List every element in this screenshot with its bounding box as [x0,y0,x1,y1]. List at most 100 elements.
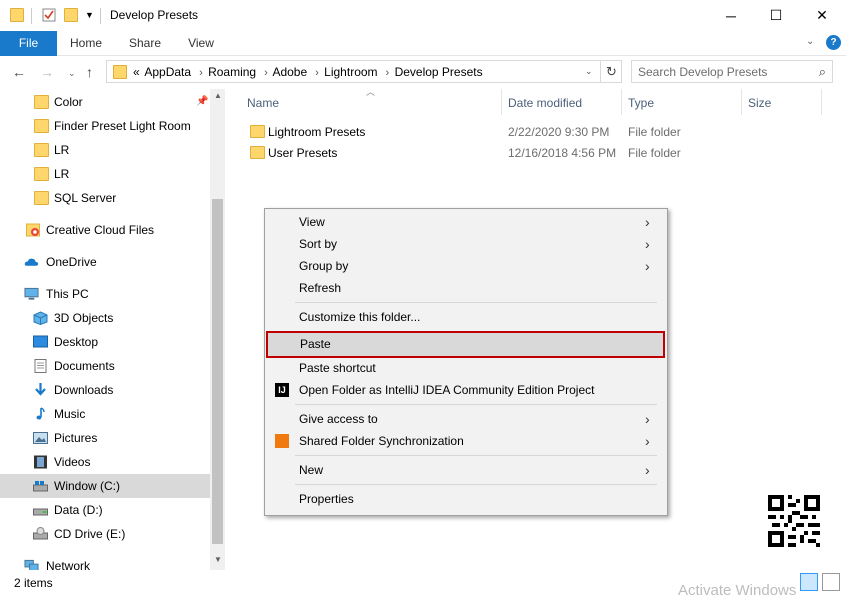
file-row[interactable]: User Presets 12/16/2018 4:56 PM File fol… [238,142,822,163]
back-arrow-icon[interactable]: ← [12,64,26,80]
recent-locations-chevron-icon[interactable]: ⌄ [68,68,76,79]
sidebar-scrollbar[interactable]: ▲ ▼ [210,89,225,570]
divider[interactable] [621,89,622,115]
large-icons-view-button[interactable] [822,573,840,591]
breadcrumb-roaming[interactable]: Roaming [208,65,256,79]
folder-icon [250,125,265,138]
chevron-right-icon: › [645,411,650,427]
sidebar-item-label: CD Drive (E:) [54,527,126,541]
sidebar-item-creative-cloud[interactable]: Creative Cloud Files [0,218,210,242]
sidebar-item-window-c[interactable]: Window (C:) [0,474,210,498]
properties-checkmark-icon[interactable] [42,8,56,22]
column-header-type[interactable]: Type [628,96,654,110]
menu-item-label: Refresh [299,281,342,295]
sidebar-item-this-pc[interactable]: This PC [0,282,210,306]
address-history-chevron-icon[interactable]: ⌄ [585,66,593,77]
folder-icon [34,143,49,157]
sidebar-item-label: Desktop [54,335,99,349]
menu-item-sort-by[interactable]: Sort by › [265,233,667,255]
sidebar-item-music[interactable]: Music [0,402,210,426]
chevron-right-icon[interactable]: › [264,67,268,79]
menu-item-customize-folder[interactable]: Customize this folder... [265,306,667,328]
sidebar-item-pictures[interactable]: Pictures [0,426,210,450]
menu-item-open-intellij[interactable]: IJ Open Folder as IntelliJ IDEA Communit… [265,379,667,401]
sort-ascending-icon: ︿ [366,87,376,97]
breadcrumb-overflow[interactable]: « [133,65,140,79]
menu-item-paste[interactable]: Paste [266,331,665,358]
picture-icon [33,432,48,444]
sidebar-item-lr[interactable]: LR [0,138,210,162]
column-header-name[interactable]: Name [247,96,279,110]
chevron-right-icon[interactable]: › [199,67,203,79]
close-button[interactable]: ✕ [799,0,845,31]
file-date: 12/16/2018 4:56 PM [508,146,617,160]
sidebar-item-lr[interactable]: LR [0,162,210,186]
sidebar-item-label: Window (C:) [54,479,121,493]
tab-share[interactable]: Share [124,31,166,56]
chevron-right-icon[interactable]: › [315,67,319,79]
divider[interactable] [821,89,822,115]
breadcrumb-develop-presets[interactable]: Develop Presets [395,65,483,79]
up-arrow-icon[interactable]: ↑ [86,64,93,80]
scroll-down-arrow-icon[interactable]: ▼ [214,555,222,564]
menu-item-label: Customize this folder... [299,310,421,324]
search-box[interactable]: ⌕ [631,60,833,83]
column-header-date[interactable]: Date modified [508,96,582,110]
refresh-icon[interactable]: ↻ [600,61,622,82]
chevron-right-icon: › [645,462,650,478]
sidebar-item-desktop[interactable]: Desktop [0,330,210,354]
folder-icon [34,167,49,181]
context-menu: View › Sort by › Group by › Refresh Cust… [264,208,668,516]
menu-item-give-access[interactable]: Give access to › [265,408,667,430]
search-input[interactable] [638,64,808,79]
menu-item-view[interactable]: View › [265,211,667,233]
sidebar-item-data-d[interactable]: Data (D:) [0,498,210,522]
scroll-up-arrow-icon[interactable]: ▲ [214,91,222,100]
divider[interactable] [741,89,742,115]
sidebar-item-3d-objects[interactable]: 3D Objects [0,306,210,330]
pin-icon[interactable]: 📌 [196,90,208,114]
creative-cloud-icon [26,223,40,237]
file-row[interactable]: Lightroom Presets 2/22/2020 9:30 PM File… [238,121,822,142]
menu-item-properties[interactable]: Properties [265,488,667,510]
tab-home[interactable]: Home [64,31,108,56]
minimize-button[interactable]: ─ [708,0,754,31]
qr-code-icon [768,495,820,547]
menu-item-shared-folder-sync[interactable]: Shared Folder Synchronization › [265,430,667,452]
sidebar-item-videos[interactable]: Videos [0,450,210,474]
scrollbar-thumb[interactable] [212,199,223,544]
customize-toolbar-chevron-icon[interactable]: ▼ [85,10,94,20]
sidebar-item-downloads[interactable]: Downloads [0,378,210,402]
search-icon[interactable]: ⌕ [819,64,826,80]
tab-file[interactable]: File [0,31,57,56]
sidebar-item-finder-preset[interactable]: Finder Preset Light Room [0,114,210,138]
file-name: User Presets [268,146,338,160]
address-bar[interactable]: « AppData › Roaming › Adobe › Lightroom › De… [106,60,622,83]
forward-arrow-icon[interactable]: → [40,64,54,80]
menu-item-new[interactable]: New › [265,459,667,481]
breadcrumb-adobe[interactable]: Adobe [272,65,307,79]
sidebar-item-cd-drive-e[interactable]: CD Drive (E:) [0,522,210,546]
maximize-button[interactable]: ☐ [753,0,799,31]
new-folder-icon[interactable] [64,8,78,22]
chevron-right-icon[interactable]: › [386,67,390,79]
divider[interactable] [501,89,502,115]
document-icon [34,359,47,373]
sidebar-item-color[interactable]: Color 📌 [0,90,210,114]
help-icon[interactable]: ? [826,35,841,50]
menu-item-group-by[interactable]: Group by › [265,255,667,277]
tab-view[interactable]: View [182,31,220,56]
sidebar-item-sql-server[interactable]: SQL Server [0,186,210,210]
breadcrumb-appdata[interactable]: AppData [144,65,191,79]
column-header-size[interactable]: Size [748,96,771,110]
details-view-button[interactable] [800,573,818,591]
menu-item-paste-shortcut[interactable]: Paste shortcut [265,357,667,379]
sidebar-item-label: Documents [54,359,115,373]
breadcrumb-lightroom[interactable]: Lightroom [324,65,377,79]
menu-item-refresh[interactable]: Refresh [265,277,667,299]
sidebar-item-documents[interactable]: Documents [0,354,210,378]
chevron-right-icon: › [645,236,650,252]
sidebar-item-onedrive[interactable]: OneDrive [0,250,210,274]
expand-ribbon-chevron-icon[interactable]: ⌄ [806,36,814,47]
drive-icon [33,481,48,492]
